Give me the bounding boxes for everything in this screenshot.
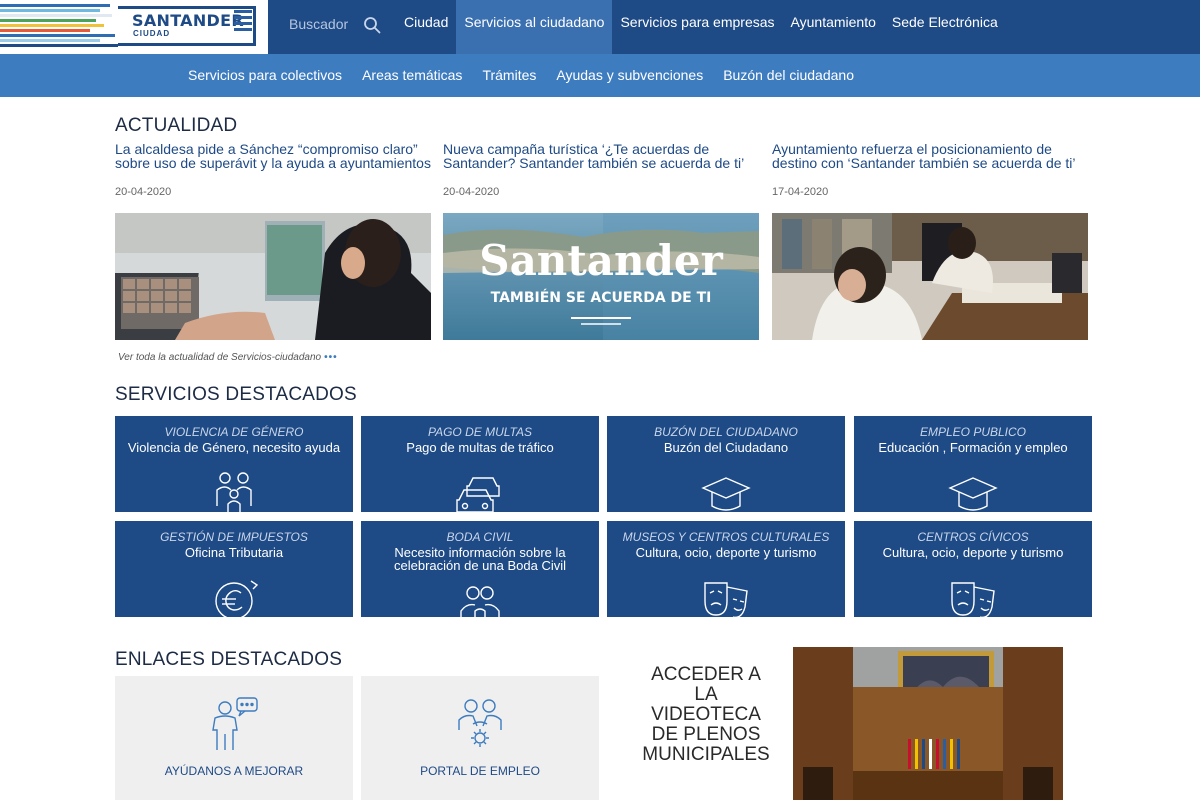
link-card-label: PORTAL DE EMPLEO	[420, 764, 540, 778]
nav-item-sede-electronica[interactable]: Sede Electrónica	[884, 0, 1006, 54]
santander-logo[interactable]: SANTANDER CIUDAD	[0, 0, 268, 54]
top-navigation-bar: SANTANDER CIUDAD Buscador Ciudad Servici…	[0, 0, 1200, 54]
logo-stripes	[0, 4, 120, 50]
service-category: BUZÓN DEL CIUDADANO	[654, 425, 798, 439]
news-title[interactable]: La alcaldesa pide a Sánchez “compromiso …	[115, 142, 433, 178]
logo-subtitle: CIUDAD	[133, 29, 171, 38]
subnav-item-ayudas[interactable]: Ayudas y subvenciones	[556, 54, 703, 97]
service-tile-pago-multas[interactable]: PAGO DE MULTAS Pago de multas de tráfico	[361, 416, 599, 512]
main-navigation: Ciudad Servicios al ciudadano Servicios …	[396, 0, 1006, 54]
theater-masks-icon	[951, 582, 995, 617]
theater-masks-icon	[704, 582, 748, 617]
service-tile-gestion-impuestos[interactable]: GESTIÓN DE IMPUESTOS Oficina Tributaria	[115, 521, 353, 617]
nav-item-ayuntamiento[interactable]: Ayuntamiento	[783, 0, 884, 54]
service-description: Pago de multas de tráfico	[406, 440, 554, 455]
news-image-campaign[interactable]: Santander TAMBIÉN SE ACUERDA DE TI	[443, 213, 759, 340]
news-title[interactable]: Ayuntamiento refuerza el posicionamiento…	[772, 142, 1090, 178]
campaign-image-title: Santander	[479, 236, 723, 285]
service-category: CENTROS CÍVICOS	[917, 530, 1029, 544]
more-dots-icon: •••	[324, 352, 338, 363]
service-description: Necesito información sobre la celebració…	[394, 545, 566, 573]
service-tile-boda-civil[interactable]: BODA CIVIL Necesito información sobre la…	[361, 521, 599, 617]
see-all-label: Ver toda la actualidad de Servicios-ciud…	[118, 352, 322, 363]
news-item: La alcaldesa pide a Sánchez “compromiso …	[115, 142, 433, 340]
service-tile-centros-civicos[interactable]: CENTROS CÍVICOS Cultura, ocio, deporte y…	[854, 521, 1092, 617]
service-category: PAGO DE MULTAS	[427, 425, 532, 439]
service-tile-violencia-genero[interactable]: VIOLENCIA DE GÉNERO Violencia de Género,…	[115, 416, 353, 512]
servicios-heading: SERVICIOS DESTACADOS	[115, 384, 357, 405]
link-card-ayudanos-mejorar[interactable]: AYÚDANOS A MEJORAR	[115, 676, 353, 800]
service-description: Buzón del Ciudadano	[663, 440, 789, 455]
search-label[interactable]: Buscador	[289, 16, 348, 32]
service-category: VIOLENCIA DE GÉNERO	[164, 425, 304, 439]
link-card-label: AYÚDANOS A MEJORAR	[164, 764, 304, 778]
nav-item-servicios-empresas[interactable]: Servicios para empresas	[612, 0, 782, 54]
subnav-item-colectivos[interactable]: Servicios para colectivos	[188, 54, 342, 97]
plenary-hall-image[interactable]	[793, 647, 1063, 800]
service-category: GESTIÓN DE IMPUESTOS	[160, 530, 308, 544]
logo-bars	[234, 10, 252, 40]
subnav-item-buzon[interactable]: Buzón del ciudadano	[723, 54, 854, 97]
sub-navigation-bar: Servicios para colectivos Areas temática…	[0, 54, 1200, 97]
service-tile-buzon-ciudadano[interactable]: BUZÓN DEL CIUDADANO Buzón del Ciudadano	[607, 416, 845, 512]
nav-item-ciudad[interactable]: Ciudad	[396, 0, 456, 54]
couple-icon	[460, 586, 500, 617]
subnav-item-areas-tematicas[interactable]: Areas temáticas	[362, 54, 462, 97]
news-date: 17-04-2020	[772, 186, 829, 198]
service-description: Cultura, ocio, deporte y turismo	[635, 545, 817, 560]
videoteca-plenos-link[interactable]: ACCEDER A LA VIDEOTECA DE PLENOS MUNICIP…	[640, 665, 772, 765]
news-image-videoconference[interactable]	[115, 213, 431, 340]
people-gear-icon	[458, 699, 502, 747]
actualidad-heading: ACTUALIDAD	[115, 115, 238, 136]
service-category: BODA CIVIL	[446, 530, 514, 544]
person-speech-icon	[212, 697, 258, 750]
search-icon[interactable]	[363, 16, 381, 34]
news-date: 20-04-2020	[115, 186, 172, 198]
link-card-portal-empleo[interactable]: PORTAL DE EMPLEO	[361, 676, 599, 800]
graduation-cap-icon	[948, 477, 998, 511]
news-image-office-meeting[interactable]	[772, 213, 1088, 340]
service-description: Educación , Formación y empleo	[878, 440, 1068, 455]
subnav-item-tramites[interactable]: Trámites	[482, 54, 536, 97]
family-icon	[216, 472, 252, 512]
service-description: Cultura, ocio, deporte y turismo	[882, 545, 1064, 560]
service-description: Violencia de Género, necesito ayuda	[127, 440, 341, 455]
enlaces-heading: ENLACES DESTACADOS	[115, 649, 343, 670]
nav-item-servicios-ciudadano[interactable]: Servicios al ciudadano	[456, 0, 613, 54]
euro-icon	[215, 580, 259, 617]
service-tile-empleo-publico[interactable]: EMPLEO PUBLICO Educación , Formación y e…	[854, 416, 1092, 512]
news-item: Nueva campaña turística ‘¿Te acuerdas de…	[443, 142, 761, 340]
cars-icon	[456, 477, 500, 512]
campaign-image-subtitle: TAMBIÉN SE ACUERDA DE TI	[491, 289, 712, 306]
news-item: Ayuntamiento refuerza el posicionamiento…	[772, 142, 1090, 340]
service-tile-museos[interactable]: MUSEOS Y CENTROS CULTURALES Cultura, oci…	[607, 521, 845, 617]
see-all-news-link[interactable]: Ver toda la actualidad de Servicios-ciud…	[118, 352, 338, 363]
logo-name: SANTANDER	[132, 11, 244, 30]
service-description: Oficina Tributaria	[184, 545, 284, 560]
service-category: MUSEOS Y CENTROS CULTURALES	[622, 530, 830, 544]
news-date: 20-04-2020	[443, 186, 500, 198]
service-category: EMPLEO PUBLICO	[919, 425, 1027, 439]
news-title[interactable]: Nueva campaña turística ‘¿Te acuerdas de…	[443, 142, 761, 178]
graduation-cap-icon	[701, 477, 751, 511]
